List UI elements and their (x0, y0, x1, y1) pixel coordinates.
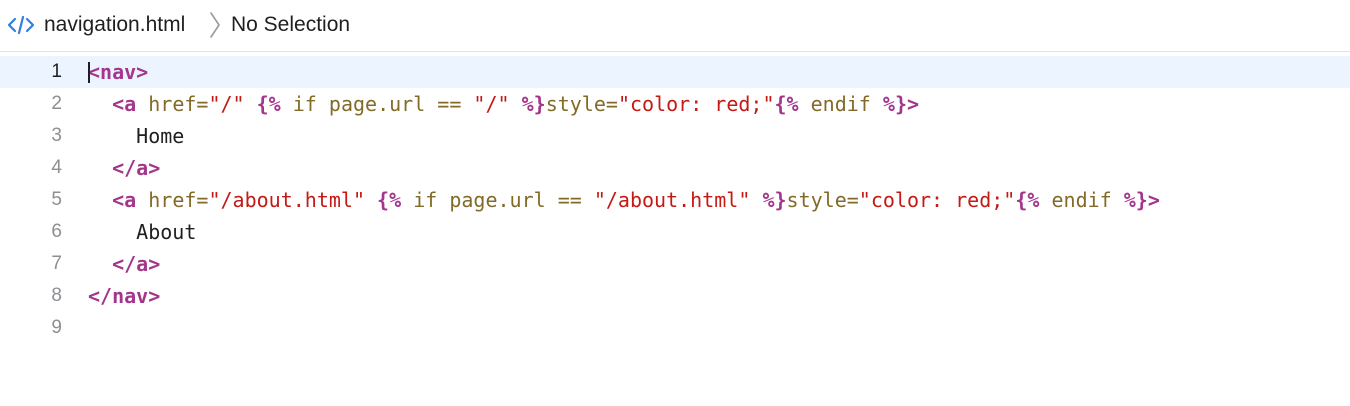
jump-bar: navigation.html No Selection (0, 0, 1350, 52)
chevron-right-icon (210, 12, 220, 38)
line-number: 2 (51, 93, 62, 114)
code-text[interactable]: <nav> (88, 56, 148, 88)
code-text[interactable]: </a> (88, 152, 160, 184)
line-number: 6 (51, 221, 62, 242)
line-number: 3 (51, 125, 62, 146)
code-line[interactable]: 2 <a href="/" {% if page.url == "/" %}st… (0, 88, 1350, 120)
line-number: 9 (51, 317, 62, 338)
text-cursor (88, 62, 90, 83)
line-number: 1 (51, 61, 62, 82)
line-number: 4 (51, 157, 62, 178)
code-line[interactable]: 1 <nav> (0, 56, 1350, 88)
code-line[interactable]: 3 Home (0, 120, 1350, 152)
code-line[interactable]: 5 <a href="/about.html" {% if page.url =… (0, 184, 1350, 216)
code-editor[interactable]: 1 <nav> 2 <a href="/" {% if page.url == "/… (0, 56, 1350, 406)
breadcrumb-selection[interactable]: No Selection (231, 12, 350, 38)
code-line[interactable]: 4 </a> (0, 152, 1350, 184)
breadcrumb-file-name[interactable]: navigation.html (44, 12, 185, 38)
line-number: 8 (51, 285, 62, 306)
code-line[interactable]: 6 About (0, 216, 1350, 248)
code-text[interactable]: Home (88, 120, 184, 152)
line-number: 5 (51, 189, 62, 210)
code-line[interactable]: 8 </nav> (0, 280, 1350, 312)
code-line[interactable]: 9 (0, 312, 1350, 344)
code-file-icon[interactable] (7, 14, 35, 36)
code-line[interactable]: 7 </a> (0, 248, 1350, 280)
code-text[interactable]: </a> (88, 248, 160, 280)
code-text[interactable]: </nav> (88, 280, 160, 312)
code-text[interactable]: About (88, 216, 196, 248)
code-text[interactable]: <a href="/about.html" {% if page.url == … (88, 184, 1160, 216)
code-text[interactable]: <a href="/" {% if page.url == "/" %}styl… (88, 88, 919, 120)
line-number: 7 (51, 253, 62, 274)
